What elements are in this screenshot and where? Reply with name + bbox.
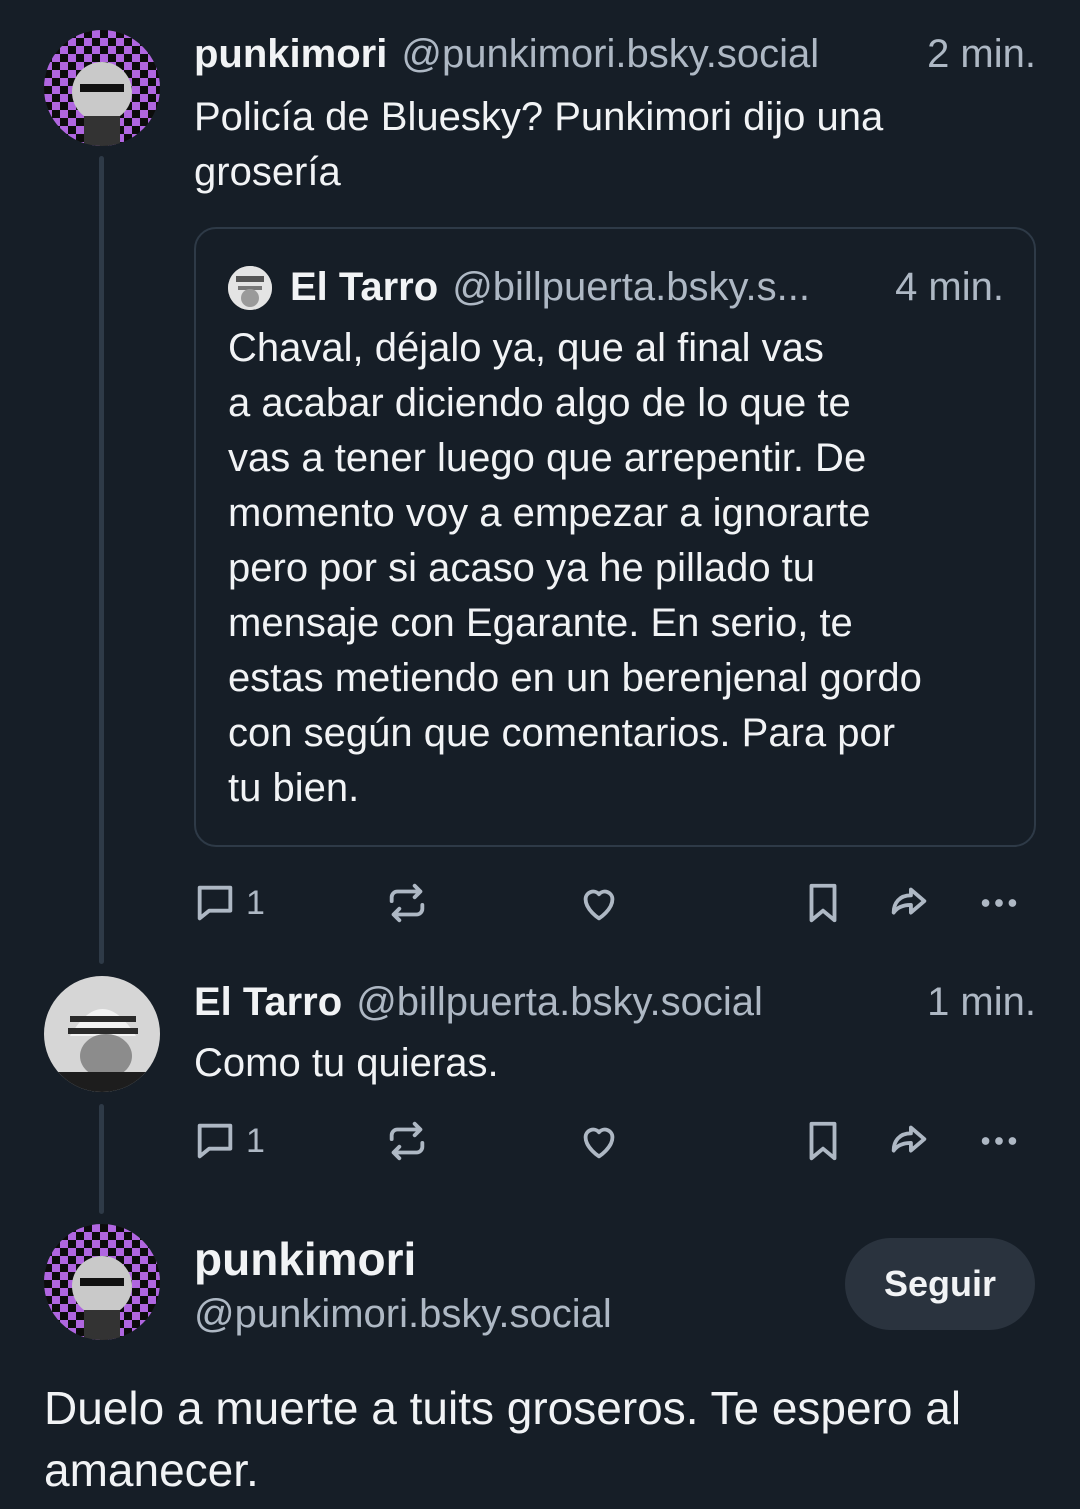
- share-button[interactable]: [886, 880, 932, 926]
- ellipsis-icon: [981, 1137, 1017, 1145]
- bookmark-button[interactable]: [800, 1118, 846, 1164]
- share-arrow-icon: [891, 1125, 927, 1153]
- bookmark-button[interactable]: [800, 880, 846, 926]
- author-name[interactable]: punkimori: [194, 32, 387, 77]
- quote-text-line: Chaval, déjalo ya, que al final vas: [228, 326, 824, 370]
- quote-text: Chaval, déjalo ya, que al final vas a ac…: [228, 321, 922, 816]
- reply-count: 1: [246, 883, 265, 922]
- quote-author-name: El Tarro: [290, 265, 439, 309]
- quoted-post[interactable]: El Tarro @billpuerta.bsky.s... 4 min. Ch…: [194, 227, 1036, 847]
- post-time[interactable]: 1 min.: [927, 980, 1036, 1025]
- author-handle[interactable]: @punkimori.bsky.social: [194, 1292, 612, 1337]
- author-handle[interactable]: @billpuerta.bsky.social: [356, 980, 763, 1025]
- el-tarro-avatar-image: [44, 976, 160, 1092]
- follow-button[interactable]: Seguir: [845, 1238, 1035, 1330]
- post-text-line: grosería: [194, 150, 341, 194]
- more-button[interactable]: [976, 880, 1022, 926]
- post-text-line: Policía de Bluesky? Punkimori dijo una: [194, 95, 884, 139]
- quote-text-line: tu bien.: [228, 766, 360, 810]
- quote-text-line: a acabar diciendo algo de lo que te: [228, 381, 851, 425]
- thread-line: [99, 156, 104, 964]
- quote-author-handle: @billpuerta.bsky.s...: [452, 265, 810, 309]
- author-handle[interactable]: @punkimori.bsky.social: [401, 32, 819, 77]
- post-text-line: amanecer.: [44, 1444, 259, 1496]
- quote-text-line: momento voy a empezar a ignorarte: [228, 491, 871, 535]
- author-name[interactable]: punkimori: [194, 1232, 416, 1286]
- post-time[interactable]: 2 min.: [927, 32, 1036, 77]
- quote-text-line: pero por si acaso ya he pillado tu: [228, 546, 816, 590]
- quote-text-line: mensaje con Egarante. En serio, te: [228, 601, 853, 645]
- speech-bubble-icon: [197, 885, 233, 921]
- bookmark-icon: [809, 883, 837, 923]
- bookmark-icon: [809, 1121, 837, 1161]
- quote-text-line: vas a tener luego que arrepentir. De: [228, 436, 867, 480]
- repost-icon: [389, 883, 425, 923]
- repost-button[interactable]: [384, 1118, 430, 1164]
- ellipsis-icon: [981, 899, 1017, 907]
- avatar-punkimori[interactable]: [44, 1224, 160, 1340]
- avatar-el-tarro[interactable]: [44, 976, 160, 1092]
- share-arrow-icon: [891, 887, 927, 915]
- author-name[interactable]: El Tarro: [194, 980, 342, 1025]
- post1-header: punkimori @punkimori.bsky.social 2 min.: [194, 32, 1036, 77]
- repost-icon: [389, 1121, 425, 1161]
- punkimori-avatar-image: [44, 1224, 160, 1340]
- quote-avatar-image: [228, 265, 272, 310]
- reply-button[interactable]: 1: [192, 880, 265, 926]
- more-button[interactable]: [976, 1118, 1022, 1164]
- heart-icon: [583, 889, 615, 921]
- heart-icon: [583, 1127, 615, 1159]
- like-button[interactable]: [576, 880, 622, 926]
- punkimori-avatar-image: [44, 30, 160, 146]
- post1-text: Policía de Bluesky? Punkimori dijo una g…: [194, 90, 883, 200]
- quote-text-line: estas metiendo en un berenjenal gordo: [228, 656, 922, 700]
- reply-count: 1: [246, 1121, 265, 1160]
- avatar-punkimori[interactable]: [44, 30, 160, 146]
- repost-button[interactable]: [384, 880, 430, 926]
- reply-button[interactable]: 1: [192, 1118, 265, 1164]
- post2-text: Como tu quieras.: [194, 1041, 499, 1085]
- quote-time: 4 min.: [895, 265, 1004, 309]
- post2-header: El Tarro @billpuerta.bsky.social 1 min.: [194, 980, 1036, 1025]
- quote-avatar: [228, 265, 272, 310]
- post-text-line: Duelo a muerte a tuits groseros. Te espe…: [44, 1382, 962, 1434]
- thread-line: [99, 1104, 104, 1214]
- speech-bubble-icon: [197, 1123, 233, 1159]
- quote-text-line: con según que comentarios. Para por: [228, 711, 896, 755]
- share-button[interactable]: [886, 1118, 932, 1164]
- post3-text: Duelo a muerte a tuits groseros. Te espe…: [44, 1377, 961, 1501]
- like-button[interactable]: [576, 1118, 622, 1164]
